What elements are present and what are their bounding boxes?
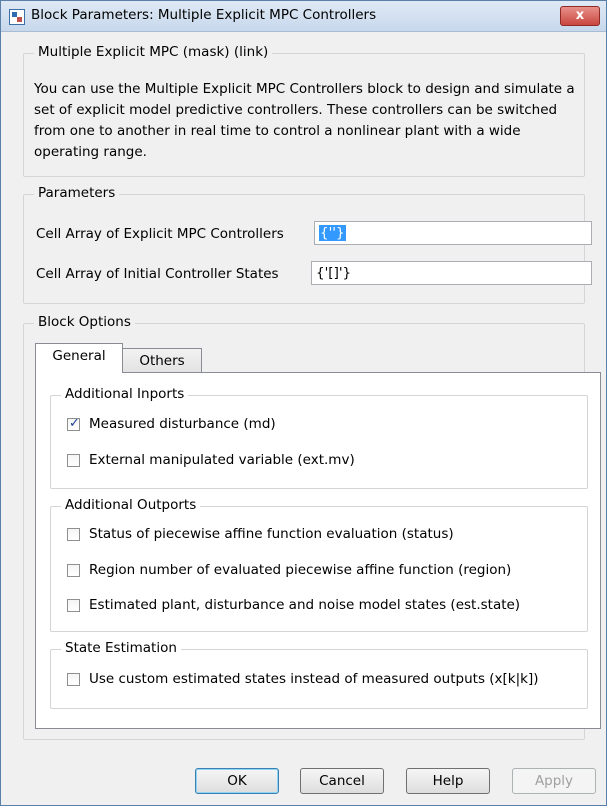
region-label: Region number of evaluated piecewise aff… (89, 562, 512, 578)
help-button[interactable]: Help (406, 768, 490, 794)
mask-description: You can use the Multiple Explicit MPC Co… (34, 81, 575, 160)
additional-outports-group: Additional Outports Status of piecewise … (50, 497, 588, 632)
general-tab-panel: Additional Inports Measured disturbance … (35, 372, 601, 729)
apply-button[interactable]: Apply (512, 768, 596, 794)
states-label: Cell Array of Initial Controller States (36, 266, 279, 282)
status-label: Status of piecewise affine function eval… (89, 526, 454, 542)
est-state-label: Estimated plant, disturbance and noise m… (89, 597, 521, 613)
dialog-window: Block Parameters: Multiple Explicit MPC … (0, 0, 607, 806)
additional-inports-group: Additional Inports Measured disturbance … (50, 386, 588, 489)
parameters-legend: Parameters (34, 185, 120, 201)
est-state-checkbox[interactable] (67, 599, 80, 612)
controllers-input-value: {''} (319, 225, 346, 241)
title-bar[interactable]: Block Parameters: Multiple Explicit MPC … (1, 1, 606, 32)
outports-legend: Additional Outports (61, 497, 201, 513)
inports-legend: Additional Inports (61, 386, 189, 402)
custom-estimation-checkbox[interactable] (67, 673, 80, 686)
states-input[interactable]: {'[]'} (311, 261, 592, 285)
window-title: Block Parameters: Multiple Explicit MPC … (31, 7, 377, 23)
ok-button[interactable]: OK (195, 768, 279, 794)
external-mv-checkbox[interactable] (67, 454, 80, 467)
state-estimation-group: State Estimation Use custom estimated st… (50, 640, 588, 709)
tab-general[interactable]: General (35, 343, 123, 373)
tab-others[interactable]: Others (122, 348, 202, 372)
measured-disturbance-label: Measured disturbance (md) (89, 416, 276, 432)
custom-estimation-label: Use custom estimated states instead of m… (89, 671, 539, 687)
measured-disturbance-checkbox[interactable] (67, 416, 80, 431)
block-options-legend: Block Options (34, 314, 135, 330)
parameters-group: Parameters (23, 185, 585, 304)
state-estimation-legend: State Estimation (61, 640, 181, 656)
external-mv-label: External manipulated variable (ext.mv) (89, 452, 355, 468)
controllers-label: Cell Array of Explicit MPC Controllers (36, 226, 284, 242)
status-checkbox[interactable] (67, 528, 80, 541)
simulink-block-icon (9, 9, 25, 25)
close-button[interactable]: x (560, 6, 600, 26)
region-checkbox[interactable] (67, 564, 80, 577)
controllers-input[interactable]: {''} (314, 221, 592, 245)
mask-legend: Multiple Explicit MPC (mask) (link) (34, 44, 273, 60)
cancel-button[interactable]: Cancel (300, 768, 384, 794)
